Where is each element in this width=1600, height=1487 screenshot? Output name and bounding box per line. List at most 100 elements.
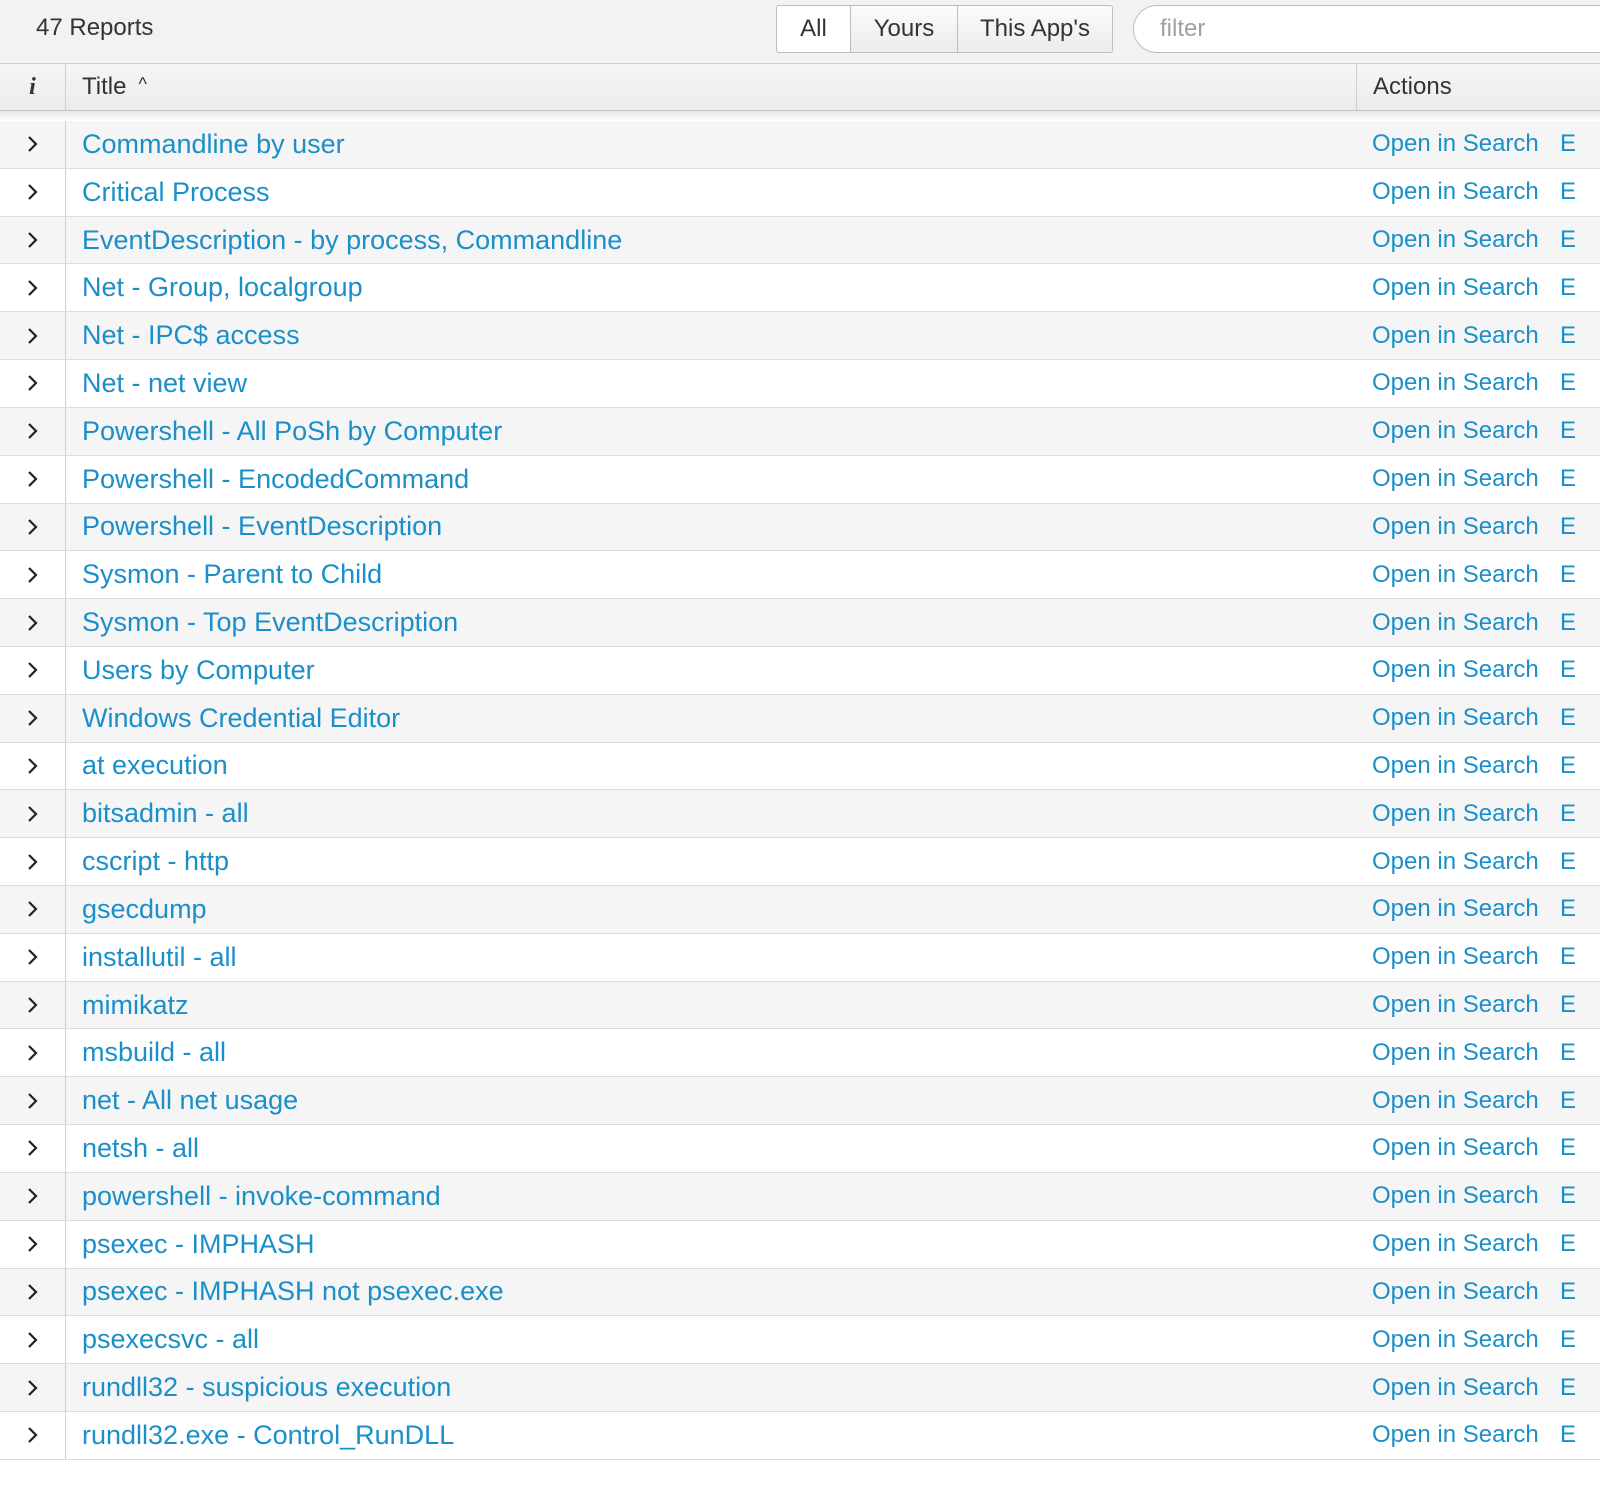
open-in-search-link[interactable]: Open in Search [1372,838,1539,885]
report-title-link[interactable]: Net - IPC$ access [82,312,300,359]
report-title-link[interactable]: Users by Computer [82,647,315,694]
edit-link[interactable]: E [1560,312,1576,359]
report-title-link[interactable]: Windows Credential Editor [82,695,400,742]
edit-link[interactable]: E [1560,599,1576,646]
open-in-search-link[interactable]: Open in Search [1372,599,1539,646]
chevron-right-icon[interactable] [0,742,66,790]
chevron-right-icon[interactable] [0,264,66,312]
report-title-link[interactable]: Commandline by user [82,121,345,168]
chevron-right-icon[interactable] [0,312,66,360]
edit-link[interactable]: E [1560,1412,1576,1459]
report-title-link[interactable]: Sysmon - Parent to Child [82,551,382,598]
chevron-right-icon[interactable] [0,1316,66,1364]
report-title-link[interactable]: bitsadmin - all [82,790,249,837]
report-title-link[interactable]: rundll32.exe - Control_RunDLL [82,1412,454,1459]
chevron-right-icon[interactable] [0,121,66,168]
open-in-search-link[interactable]: Open in Search [1372,886,1539,933]
open-in-search-link[interactable]: Open in Search [1372,1269,1539,1316]
report-title-link[interactable]: net - All net usage [82,1077,298,1124]
open-in-search-link[interactable]: Open in Search [1372,1364,1539,1411]
report-title-link[interactable]: mimikatz [82,982,189,1029]
chevron-right-icon[interactable] [0,1172,66,1220]
edit-link[interactable]: E [1560,551,1576,598]
report-title-link[interactable]: cscript - http [82,838,229,885]
report-title-link[interactable]: Critical Process [82,169,270,216]
filter-input[interactable] [1133,5,1600,53]
chevron-right-icon[interactable] [0,838,66,885]
open-in-search-link[interactable]: Open in Search [1372,408,1539,455]
open-in-search-link[interactable]: Open in Search [1372,1173,1539,1220]
report-title-link[interactable]: Net - net view [82,360,247,407]
report-title-link[interactable]: at execution [82,743,228,790]
edit-link[interactable]: E [1560,1269,1576,1316]
report-title-link[interactable]: gsecdump [82,886,207,933]
report-title-link[interactable]: Net - Group, localgroup [82,264,363,311]
report-title-link[interactable]: rundll32 - suspicious execution [82,1364,451,1411]
open-in-search-link[interactable]: Open in Search [1372,1077,1539,1124]
edit-link[interactable]: E [1560,886,1576,933]
report-title-link[interactable]: psexec - IMPHASH not psexec.exe [82,1269,504,1316]
edit-link[interactable]: E [1560,121,1576,168]
open-in-search-link[interactable]: Open in Search [1372,217,1539,264]
filter-all-button[interactable]: All [777,6,851,52]
chevron-right-icon[interactable] [0,1364,66,1411]
open-in-search-link[interactable]: Open in Search [1372,169,1539,216]
filter-this-apps-button[interactable]: This App's [958,6,1112,52]
chevron-right-icon[interactable] [0,407,66,455]
open-in-search-link[interactable]: Open in Search [1372,1316,1539,1363]
report-title-link[interactable]: powershell - invoke-command [82,1173,441,1220]
chevron-right-icon[interactable] [0,503,66,551]
edit-link[interactable]: E [1560,456,1576,503]
chevron-right-icon[interactable] [0,216,66,264]
edit-link[interactable]: E [1560,743,1576,790]
edit-link[interactable]: E [1560,264,1576,311]
chevron-right-icon[interactable] [0,886,66,933]
chevron-right-icon[interactable] [0,599,66,646]
open-in-search-link[interactable]: Open in Search [1372,743,1539,790]
report-title-link[interactable]: psexecsvc - all [82,1316,259,1363]
report-title-link[interactable]: msbuild - all [82,1029,226,1076]
edit-link[interactable]: E [1560,838,1576,885]
report-title-link[interactable]: Powershell - EncodedCommand [82,456,469,503]
chevron-right-icon[interactable] [0,455,66,503]
filter-yours-button[interactable]: Yours [851,6,958,52]
edit-link[interactable]: E [1560,217,1576,264]
open-in-search-link[interactable]: Open in Search [1372,264,1539,311]
edit-link[interactable]: E [1560,1077,1576,1124]
edit-link[interactable]: E [1560,934,1576,981]
open-in-search-link[interactable]: Open in Search [1372,790,1539,837]
edit-link[interactable]: E [1560,360,1576,407]
open-in-search-link[interactable]: Open in Search [1372,1221,1539,1268]
edit-link[interactable]: E [1560,504,1576,551]
chevron-right-icon[interactable] [0,1077,66,1125]
chevron-right-icon[interactable] [0,933,66,981]
edit-link[interactable]: E [1560,1173,1576,1220]
edit-link[interactable]: E [1560,982,1576,1029]
open-in-search-link[interactable]: Open in Search [1372,551,1539,598]
report-title-link[interactable]: Powershell - EventDescription [82,504,442,551]
edit-link[interactable]: E [1560,647,1576,694]
edit-link[interactable]: E [1560,169,1576,216]
edit-link[interactable]: E [1560,1316,1576,1363]
open-in-search-link[interactable]: Open in Search [1372,121,1539,168]
open-in-search-link[interactable]: Open in Search [1372,456,1539,503]
chevron-right-icon[interactable] [0,360,66,407]
report-title-link[interactable]: EventDescription - by process, Commandli… [82,217,622,264]
chevron-right-icon[interactable] [0,168,66,216]
chevron-right-icon[interactable] [0,646,66,694]
chevron-right-icon[interactable] [0,790,66,838]
edit-link[interactable]: E [1560,1125,1576,1172]
title-column-header[interactable]: Title ^ [66,64,1357,110]
open-in-search-link[interactable]: Open in Search [1372,1412,1539,1459]
edit-link[interactable]: E [1560,1364,1576,1411]
report-title-link[interactable]: Sysmon - Top EventDescription [82,599,458,646]
chevron-right-icon[interactable] [0,551,66,599]
chevron-right-icon[interactable] [0,1411,66,1459]
open-in-search-link[interactable]: Open in Search [1372,360,1539,407]
chevron-right-icon[interactable] [0,1268,66,1316]
report-title-link[interactable]: Powershell - All PoSh by Computer [82,408,502,455]
edit-link[interactable]: E [1560,1029,1576,1076]
report-title-link[interactable]: netsh - all [82,1125,199,1172]
chevron-right-icon[interactable] [0,1029,66,1077]
report-title-link[interactable]: psexec - IMPHASH [82,1221,315,1268]
